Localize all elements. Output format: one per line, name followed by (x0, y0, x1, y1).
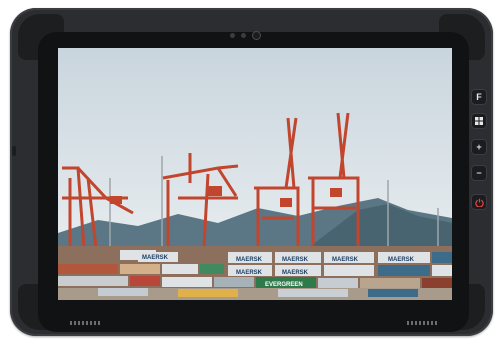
container-label: MAERSK (282, 257, 309, 263)
f-key-button[interactable]: F (471, 89, 487, 105)
container-label: MAERSK (236, 270, 263, 276)
speaker-grille (407, 321, 437, 325)
container-label: MAERSK (142, 255, 169, 261)
volume-up-button[interactable]: + (471, 139, 487, 155)
power-icon (474, 198, 484, 207)
sensor-dot (230, 33, 235, 38)
windows-icon (475, 117, 483, 125)
volume-down-button[interactable]: − (471, 165, 487, 181)
side-port (12, 146, 16, 156)
windows-button[interactable] (471, 113, 487, 129)
container-label: MAERSK (332, 257, 359, 263)
sensor-dot (241, 33, 246, 38)
container-label: MAERSK (282, 270, 309, 276)
container-label-evergreen: EVERGREEN (265, 282, 303, 288)
f-key-icon: F (476, 92, 482, 102)
port-scene-image: MAERSK MAERSK MAERSK MAERSK MAERSK MAERS… (58, 48, 452, 300)
front-camera-icon (253, 32, 260, 39)
minus-icon: − (476, 168, 482, 178)
container-label: MAERSK (236, 257, 263, 263)
container-label: MAERSK (388, 257, 415, 263)
power-button[interactable] (471, 194, 487, 210)
plus-icon: + (476, 142, 482, 152)
speaker-grille (70, 321, 100, 325)
display-screen: MAERSK MAERSK MAERSK MAERSK MAERSK MAERS… (58, 48, 452, 300)
